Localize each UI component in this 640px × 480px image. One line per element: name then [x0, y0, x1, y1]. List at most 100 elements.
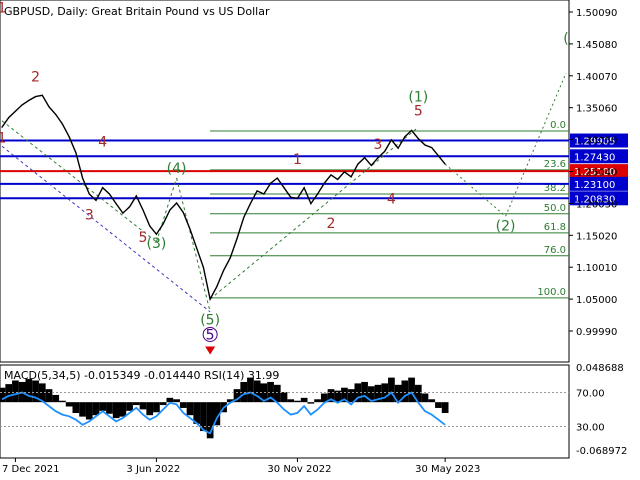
macd-histogram-bar: [428, 399, 436, 403]
wave-label: (3): [147, 236, 167, 252]
wave-label: 1: [293, 152, 302, 168]
wave-label: 1: [0, 1, 6, 17]
macd-histogram-bar: [159, 402, 167, 406]
macd-histogram-bar: [300, 397, 308, 403]
macd-histogram-bar: [99, 402, 107, 411]
price-point: [316, 193, 319, 195]
price-point: [61, 123, 64, 125]
price-point: [424, 144, 426, 146]
indicator-label: MACD(5,34,5) -0.015349 -0.014440 RSI(14)…: [4, 369, 279, 382]
macd-histogram-bar: [0, 387, 6, 403]
price-point: [196, 247, 198, 249]
price-tick-label: 1.40070: [576, 72, 617, 83]
price-tick-label: 1.45080: [576, 40, 617, 51]
price-point: [296, 197, 299, 200]
macd-histogram-bar: [408, 377, 415, 403]
price-point: [8, 117, 10, 119]
macd-histogram-bar: [307, 402, 315, 404]
price-point: [243, 216, 245, 219]
macd-histogram-bar: [126, 402, 133, 411]
price-level-label: 1.27430: [574, 152, 615, 163]
price-point: [1, 126, 3, 128]
price-point: [323, 182, 325, 184]
price-point: [142, 209, 144, 211]
indicator-tick-label: 0.048688: [576, 363, 624, 374]
wave-label: 5: [414, 104, 423, 120]
price-point: [75, 152, 77, 154]
price-point: [149, 225, 151, 227]
wave-label: (4): [167, 161, 187, 177]
price-point: [256, 190, 258, 192]
macd-histogram-bar: [247, 377, 254, 403]
price-point: [350, 176, 352, 178]
wave-label: 2: [327, 216, 336, 232]
macd-histogram-bar: [347, 389, 355, 403]
macd-histogram-bar: [314, 399, 321, 403]
price-point: [169, 209, 171, 211]
macd-histogram-bar: [92, 402, 100, 416]
price-tick-label: 0.99990: [576, 327, 617, 338]
price-point: [249, 202, 252, 205]
price-point: [182, 211, 184, 214]
price-point: [343, 171, 346, 173]
wave-label: (1): [408, 90, 428, 106]
price-tick-label: 1.15020: [576, 231, 617, 242]
macd-histogram-bar: [273, 384, 281, 403]
wave-label: (2): [496, 218, 516, 234]
wave-label: 3: [85, 208, 94, 224]
price-point: [303, 187, 305, 189]
macd-histogram-bar: [72, 402, 80, 414]
macd-histogram-bar: [106, 402, 113, 414]
price-point: [216, 285, 218, 287]
price-point: [189, 228, 191, 230]
chart-title: GBPUSD, Daily: Great Britain Pound vs US…: [4, 5, 270, 18]
price-point: [209, 298, 211, 300]
macd-histogram-bar: [45, 389, 53, 403]
fib-level-label: 50.0: [544, 203, 566, 214]
time-tick-label: 30 Nov 2022: [267, 464, 331, 475]
price-point: [377, 157, 379, 159]
price-point: [310, 202, 312, 205]
macd-histogram-bar: [388, 377, 395, 403]
price-point: [417, 138, 419, 140]
price-point: [229, 257, 231, 259]
price-point: [162, 223, 164, 225]
price-point: [337, 178, 339, 180]
price-point: [283, 187, 285, 189]
price-tick-label: 1.25040: [576, 168, 617, 179]
price-axis: 1.50090 1.45080 1.40070 1.35060 1.30050 1.250…: [569, 8, 617, 338]
macd-histogram-bar: [294, 400, 301, 403]
wave-label: (: [563, 31, 568, 47]
fib-level-label: 0.0: [550, 120, 566, 131]
macd-histogram-bar: [166, 397, 174, 403]
price-point: [404, 136, 406, 138]
fib-level-label: 100.0: [537, 287, 566, 298]
price-point: [330, 174, 332, 176]
macd-histogram-bar: [65, 402, 73, 407]
wave-label: 4: [98, 134, 107, 150]
indicator-tick-label: -0.068972: [576, 446, 627, 457]
price-point: [290, 196, 292, 198]
price-point: [28, 99, 30, 102]
price-point: [263, 193, 265, 195]
price-point: [14, 110, 17, 112]
price-point: [122, 212, 124, 214]
chart-window: GBPUSD, Daily: Great Britain Pound vs US…: [0, 0, 640, 480]
price-point: [68, 136, 70, 138]
macd-histogram-bar: [179, 402, 187, 408]
price-point: [437, 155, 440, 157]
price-point: [175, 202, 178, 204]
price-point: [357, 163, 359, 165]
macd-histogram-bar: [79, 402, 86, 417]
wave-label: 2: [31, 69, 40, 85]
macd-histogram-bar: [287, 399, 295, 403]
price-point: [269, 182, 272, 184]
price-point: [41, 94, 43, 96]
price-point: [410, 129, 413, 131]
macd-histogram-bar: [253, 380, 261, 403]
chart-canvas: GBPUSD, Daily: Great Britain Pound vs US…: [0, 0, 628, 475]
price-point: [102, 187, 104, 189]
price-point: [88, 193, 90, 195]
macd-histogram-bar: [112, 402, 120, 419]
macd-histogram-bar: [280, 392, 288, 403]
